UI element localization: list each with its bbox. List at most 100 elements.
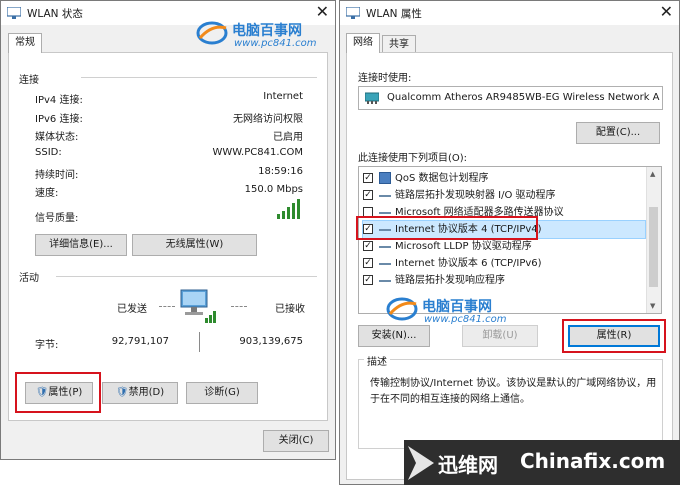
media-state-label: 媒体状态: (35, 132, 79, 143)
close-icon[interactable]: ✕ (316, 2, 329, 21)
protocol-icon (379, 257, 391, 265)
sent-label: 已发送 (117, 304, 147, 315)
ipv4-label: IPv4 连接: (35, 95, 83, 106)
scroll-up-icon[interactable]: ▲ (650, 170, 655, 178)
protocol-icon (379, 240, 391, 248)
duration-value: 18:59:16 (258, 166, 303, 177)
configure-button[interactable]: 配置(C)... (576, 122, 660, 144)
list-item-label: Internet 协议版本 4 (TCP/IPv4) (395, 224, 542, 235)
list-item[interactable]: ✓ QoS 数据包计划程序 (363, 170, 645, 187)
vertical-scrollbar[interactable]: ▲ ▼ (646, 167, 661, 313)
ssid-value: WWW.PC841.COM (212, 147, 303, 158)
bytes-divider (199, 332, 200, 352)
network-card-icon (365, 92, 379, 104)
properties-button[interactable]: 属性(R) (568, 325, 660, 347)
uninstall-button: 卸载(U) (462, 325, 538, 347)
window-title: WLAN 属性 (366, 8, 422, 20)
diagnose-button[interactable]: 诊断(G) (186, 382, 258, 404)
signal-bars-icon (277, 199, 300, 219)
ipv4-value: Internet (263, 91, 303, 102)
close-icon[interactable]: ✕ (660, 2, 673, 21)
adapter-name: Qualcomm Atheros AR9485WB-EG Wireless Ne… (387, 92, 660, 103)
checkbox[interactable]: ✓ (363, 190, 373, 200)
install-button[interactable]: 安装(N)... (358, 325, 430, 347)
network-computer-icon (180, 289, 216, 323)
list-item[interactable]: ✓ 链路层拓扑发现映射器 I/O 驱动程序 (363, 187, 645, 204)
chinafix-banner: 迅维网 Chinafix.com (404, 440, 680, 485)
components-list[interactable]: ✓ QoS 数据包计划程序 ✓ 链路层拓扑发现映射器 I/O 驱动程序 Micr… (358, 166, 662, 314)
watermark-logo-icon (196, 21, 228, 45)
list-item[interactable]: ✓ Microsoft LLDP 协议驱动程序 (363, 238, 645, 255)
ipv6-label: IPv6 连接: (35, 114, 83, 125)
watermark-url: www.pc841.com (424, 314, 507, 325)
received-dash (231, 306, 247, 308)
checkbox[interactable]: ✓ (363, 241, 373, 251)
checkbox[interactable]: ✓ (363, 173, 373, 183)
details-button[interactable]: 详细信息(E)... (35, 234, 127, 256)
wlan-properties-window: WLAN 属性 ✕ 网络 共享 连接时使用: Qualcomm Atheros … (339, 0, 680, 485)
watermark-url: www.pc841.com (234, 38, 317, 49)
window-title: WLAN 状态 (27, 8, 83, 20)
bytes-label: 字节: (35, 340, 59, 351)
divider (81, 77, 317, 78)
brand-name-cn: 迅维网 (438, 453, 498, 477)
protocol-icon (379, 189, 391, 197)
adapter-field: Qualcomm Atheros AR9485WB-EG Wireless Ne… (358, 86, 663, 110)
protocol-icon (379, 223, 391, 231)
connection-section-heading: 连接 (19, 75, 39, 86)
watermark-logo-icon (386, 297, 418, 321)
network-adapter-icon (346, 7, 360, 19)
watermark-site-name: 电脑百事网 (232, 23, 302, 39)
tab-network[interactable]: 网络 (346, 33, 380, 53)
list-item-label: Internet 协议版本 6 (TCP/IPv6) (395, 258, 542, 269)
signal-quality-label: 信号质量: (35, 213, 79, 224)
description-title: 描述 (364, 353, 390, 368)
close-button[interactable]: 关闭(C) (263, 430, 329, 452)
items-label: 此连接使用下列项目(O): (358, 153, 468, 164)
chinafix-arrow-icon (408, 446, 434, 480)
qos-icon (379, 172, 391, 184)
scrollbar-thumb[interactable] (649, 207, 658, 287)
checkbox[interactable]: ✓ (363, 224, 373, 234)
duration-label: 持续时间: (35, 170, 79, 181)
protocol-icon (379, 206, 391, 214)
shield-icon: 🛡 (35, 387, 49, 398)
speed-value: 150.0 Mbps (244, 184, 303, 195)
list-item-label: QoS 数据包计划程序 (395, 173, 489, 184)
divider (56, 276, 317, 277)
speed-label: 速度: (35, 188, 59, 199)
list-item-selected[interactable]: ✓ Internet 协议版本 4 (TCP/IPv4) (362, 220, 646, 239)
tab-general[interactable]: 常规 (8, 33, 42, 53)
shield-icon: 🛡 (115, 387, 129, 398)
list-item-label: 链路层拓扑发现响应程序 (395, 275, 505, 286)
connect-using-label: 连接时使用: (358, 73, 412, 84)
tab-sharing[interactable]: 共享 (382, 35, 416, 53)
list-item-label: Microsoft LLDP 协议驱动程序 (395, 241, 532, 252)
brand-name-en: Chinafix.com (520, 449, 666, 473)
watermark-site-name: 电脑百事网 (422, 299, 492, 315)
list-item-label: 链路层拓扑发现映射器 I/O 驱动程序 (395, 190, 556, 201)
description-text-line-1: 传输控制协议/Internet 协议。该协议是默认的广域网络协议，用 (370, 378, 657, 389)
wireless-properties-button[interactable]: 无线属性(W) (132, 234, 257, 256)
title-bar: WLAN 属性 ✕ (340, 1, 679, 25)
received-label: 已接收 (275, 304, 305, 315)
list-item-label: Microsoft 网络适配器多路传送器协议 (395, 207, 564, 218)
checkbox[interactable] (363, 207, 373, 217)
wifi-status-icon (7, 7, 21, 19)
wlan-status-window: WLAN 状态 ✕ 常规 连接 IPv4 连接: Internet IPv6 连… (0, 0, 336, 460)
ipv6-value: 无网络访问权限 (233, 114, 303, 125)
sent-dash (159, 306, 175, 308)
checkbox[interactable]: ✓ (363, 258, 373, 268)
activity-section-heading: 活动 (19, 273, 39, 284)
disable-button-label: 禁用(D) (128, 387, 165, 398)
list-item[interactable]: ✓ 链路层拓扑发现响应程序 (363, 272, 645, 289)
sent-bytes-value: 92,791,107 (111, 336, 169, 347)
list-item[interactable]: ✓ Internet 协议版本 6 (TCP/IPv6) (363, 255, 645, 272)
disable-button[interactable]: 🛡禁用(D) (102, 382, 178, 404)
list-item[interactable]: Microsoft 网络适配器多路传送器协议 (363, 204, 645, 221)
checkbox[interactable]: ✓ (363, 275, 373, 285)
properties-button[interactable]: 🛡属性(P) (25, 382, 93, 404)
scroll-down-icon[interactable]: ▼ (650, 302, 655, 310)
description-text-line-2: 于在不同的相互连接的网络上通信。 (370, 394, 530, 405)
ssid-label: SSID: (35, 147, 62, 158)
